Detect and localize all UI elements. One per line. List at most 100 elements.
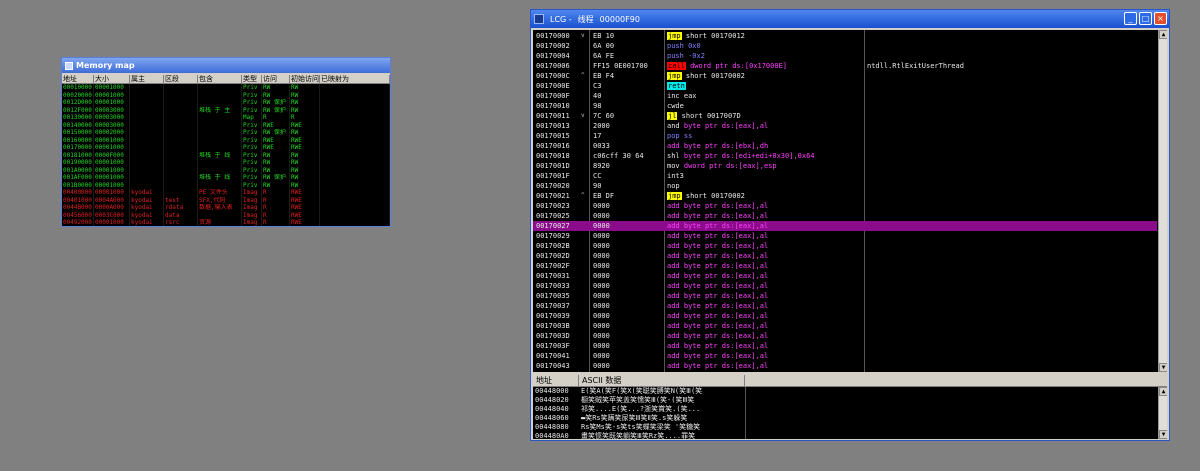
memory-map-titlebar[interactable]: Memory map — [62, 58, 390, 73]
maximize-button[interactable]: □ — [1139, 12, 1152, 25]
table-row[interactable]: 00190000 00001000 Priv RW RW — [62, 159, 390, 167]
scroll-up-icon[interactable]: ▲ — [1159, 387, 1167, 396]
disasm-row[interactable]: 00170043 0000 add byte ptr ds:[eax],al — [533, 361, 1157, 371]
disasm-row[interactable]: 00170011 v 7C 60 jl short 0017007D — [533, 111, 1157, 121]
mm-col-header[interactable]: 已映射为 — [320, 75, 390, 83]
mm-col-header[interactable]: 包含 — [198, 75, 242, 83]
table-row[interactable]: 0012D000 00001000 Priv RW 保护 RW — [62, 99, 390, 107]
disasm-row[interactable]: 0017002F 0000 add byte ptr ds:[eax],al — [533, 261, 1157, 271]
disasm-row[interactable]: 00170020 90 nop — [533, 181, 1157, 191]
table-row[interactable]: 00492000 00001000 kyodai rsrc 资源 Imag R RWE — [62, 219, 390, 226]
dump-row[interactable]: 00448040 祁笑....E(笑...?浙笑賞笑.(笑... — [533, 405, 1167, 414]
disasm-row[interactable]: 00170004 6A FE push -0x2 — [533, 51, 1157, 61]
disasm-row[interactable]: 00170037 0000 add byte ptr ds:[eax],al — [533, 301, 1157, 311]
disasm-instruction: add byte ptr ds:[eax],al — [667, 261, 768, 271]
scroll-down-icon[interactable]: ▼ — [1159, 430, 1167, 439]
table-row[interactable]: 0044B000 0000A000 kyodai rdata 数据,输入表 Imag R RW… — [62, 204, 390, 212]
scroll-down-icon[interactable]: ▼ — [1159, 363, 1167, 372]
close-button[interactable]: × — [1154, 12, 1167, 25]
disassembly-pane[interactable]: 00170000 v EB 10 jmp short 00170012 00170002… — [533, 30, 1167, 372]
dump-pane[interactable]: 地址 ASCII 数据 00448000 E(笑A(笑F(笑X(笑聪笑膊笑N(笑Ⅲ… — [533, 375, 1167, 439]
table-row[interactable]: 00181000 0000F000 堆栈 于 线 Priv RW RW — [62, 151, 390, 159]
table-row[interactable]: 00010000 00001000 Priv RW RW — [62, 84, 390, 92]
minimize-button[interactable]: _ — [1124, 12, 1137, 25]
table-row[interactable]: 001B0000 00001000 Priv RW RW — [62, 181, 390, 189]
disasm-row[interactable]: 00170033 0000 add byte ptr ds:[eax],al — [533, 281, 1157, 291]
disasm-row[interactable]: 00170039 0000 add byte ptr ds:[eax],al — [533, 311, 1157, 321]
disasm-row[interactable]: 00170006 FF15 0E001700 call dword ptr ds:[… — [533, 61, 1157, 71]
disasm-row[interactable]: 00170031 0000 add byte ptr ds:[eax],al — [533, 271, 1157, 281]
mm-col-header[interactable]: 初始访问 — [290, 75, 320, 83]
mm-col-header[interactable]: 大小 — [94, 75, 130, 83]
disasm-row[interactable]: 00170015 17 pop ss — [533, 131, 1157, 141]
disasm-row[interactable]: 0017000C ^ EB F4 jmp short 00170002 — [533, 71, 1157, 81]
memory-map-window[interactable]: Memory map 地址 大小 属主 区段 包含 类型 访问 初始访问 已映射为 000100… — [61, 57, 391, 227]
cpu-titlebar[interactable]: LCG - 线程 00000F90 _ □ × — [531, 10, 1169, 28]
dump-row[interactable]: 00448020 橱笑贼笑苹笑盖笑懦笑Ⅲ(笑-(笑Ⅲ笑 — [533, 396, 1167, 405]
mm-cell: Priv — [242, 166, 262, 174]
dump-address: 00448020 — [535, 396, 569, 404]
table-row[interactable]: 001AF000 00001000 堆栈 于 线 Priv RW 保护 RW — [62, 174, 390, 182]
disasm-row[interactable]: 00170000 v EB 10 jmp short 00170012 — [533, 31, 1157, 41]
mm-cell: RW — [290, 151, 320, 159]
disasm-row[interactable]: 00170029 0000 add byte ptr ds:[eax],al — [533, 231, 1157, 241]
disasm-row[interactable]: 0017002B 0000 add byte ptr ds:[eax],al — [533, 241, 1157, 251]
dump-row[interactable]: 00448000 E(笑A(笑F(笑X(笑聪笑膊笑N(笑Ⅲ(笑 — [533, 387, 1167, 396]
table-row[interactable]: 00150000 00002000 Priv RW 保护 RW — [62, 129, 390, 137]
disasm-mnemonic: push — [667, 42, 684, 50]
mm-cell — [320, 129, 390, 137]
mm-cell — [164, 181, 198, 189]
scroll-up-icon[interactable]: ▲ — [1159, 30, 1167, 39]
disassembly-scrollbar[interactable]: ▲ ▼ — [1158, 30, 1167, 372]
mm-col-header[interactable]: 区段 — [164, 75, 198, 83]
table-row[interactable]: 00401000 0004A000 kyodai text SFX,代码 Imag R RWE — [62, 196, 390, 204]
disasm-row[interactable]: 0017000E C3 retn — [533, 81, 1157, 91]
disasm-row[interactable]: 0017003B 0000 add byte ptr ds:[eax],al — [533, 321, 1157, 331]
cpu-window[interactable]: LCG - 线程 00000F90 _ □ × 00170000 v EB 10 jm… — [530, 9, 1170, 441]
table-row[interactable]: 00400000 00001000 kyodai PE 文件头 Imag R RWE — [62, 189, 390, 197]
disasm-row[interactable]: 00170023 0000 add byte ptr ds:[eax],al — [533, 201, 1157, 211]
dump-row[interactable]: 00448060 ▬笑Rs笑蹒笑尿笑Ⅲ笑Ⅱ笑.s笑躲笑 — [533, 414, 1167, 423]
disasm-operand: short 00170012 — [685, 32, 745, 40]
disasm-row[interactable]: 0017001F CC int3 — [533, 171, 1157, 181]
dump-scrollbar[interactable]: ▲ ▼ — [1158, 387, 1167, 439]
disasm-address: 00170043 — [536, 362, 570, 370]
disasm-row[interactable]: 00170010 98 cwde — [533, 101, 1157, 111]
disasm-instruction: push 0x0 — [667, 41, 701, 51]
disasm-row[interactable]: 0017003F 0000 add byte ptr ds:[eax],al — [533, 341, 1157, 351]
table-row[interactable]: 0012F000 00003000 堆栈 于 主 Priv RW 保护 RW — [62, 106, 390, 114]
disasm-row[interactable]: 0017002D 0000 add byte ptr ds:[eax],al — [533, 251, 1157, 261]
table-row[interactable]: 00140000 00003000 Priv RWE RWE — [62, 121, 390, 129]
mm-cell: 0044B000 — [62, 204, 94, 212]
table-row[interactable]: 00160000 00001000 Priv RWE RWE — [62, 136, 390, 144]
mm-cell — [130, 159, 164, 167]
disasm-row[interactable]: 00170013 2000 and byte ptr ds:[eax],al — [533, 121, 1157, 131]
disasm-row[interactable]: 00170016 0033 add byte ptr ds:[ebx],dh — [533, 141, 1157, 151]
disasm-row[interactable]: 00170035 0000 add byte ptr ds:[eax],al — [533, 291, 1157, 301]
memory-map-table[interactable]: 00010000 00001000 Priv RW RW 00020000 00001000… — [62, 84, 390, 226]
dump-col-address[interactable]: 地址 — [533, 375, 579, 386]
disasm-row[interactable]: 00170018 c06cff 30 64 shl byte ptr ds:[edi… — [533, 151, 1157, 161]
mm-col-header[interactable]: 地址 — [62, 75, 94, 83]
disasm-row[interactable]: 00170002 6A 00 push 0x0 — [533, 41, 1157, 51]
disasm-row[interactable]: 0017003D 0000 add byte ptr ds:[eax],al — [533, 331, 1157, 341]
table-row[interactable]: 00130000 00003000 Map R R — [62, 114, 390, 122]
dump-row[interactable]: 00448080 Rs笑Ms笑-s笑ts笑蝶笑梁笑 '笑糖笑 — [533, 423, 1167, 432]
disasm-row[interactable]: 00170027 0000 add byte ptr ds:[eax],al — [533, 221, 1157, 231]
table-row[interactable]: 001A0000 00001000 Priv RW RW — [62, 166, 390, 174]
mm-col-header[interactable]: 属主 — [130, 75, 164, 83]
dump-col-ascii[interactable]: ASCII 数据 — [579, 375, 745, 386]
disasm-row[interactable]: 00170041 0000 add byte ptr ds:[eax],al — [533, 351, 1157, 361]
table-row[interactable]: 00170000 00001000 Priv RWE RWE — [62, 144, 390, 152]
disasm-row[interactable]: 00170025 0000 add byte ptr ds:[eax],al — [533, 211, 1157, 221]
mm-col-header[interactable]: 类型 — [242, 75, 262, 83]
disasm-row[interactable]: 00170021 ^ EB DF jmp short 00170002 — [533, 191, 1157, 201]
dump-row[interactable]: 004480A0 畫笑惯笑既笑躺笑Ⅲ笑Rz笑....罪笑 — [533, 432, 1167, 439]
table-row[interactable]: 00456000 0003C000 kyodai data Imag R RWE — [62, 211, 390, 219]
disasm-row[interactable]: 0017000F 40 inc eax — [533, 91, 1157, 101]
table-row[interactable]: 00020000 00001000 Priv RW RW — [62, 91, 390, 99]
disasm-row[interactable]: 0017001D 8920 mov dword ptr ds:[eax],esp — [533, 161, 1157, 171]
disasm-mnemonic: push — [667, 52, 684, 60]
disasm-hex: 17 — [593, 132, 602, 140]
mm-col-header[interactable]: 访问 — [262, 75, 290, 83]
